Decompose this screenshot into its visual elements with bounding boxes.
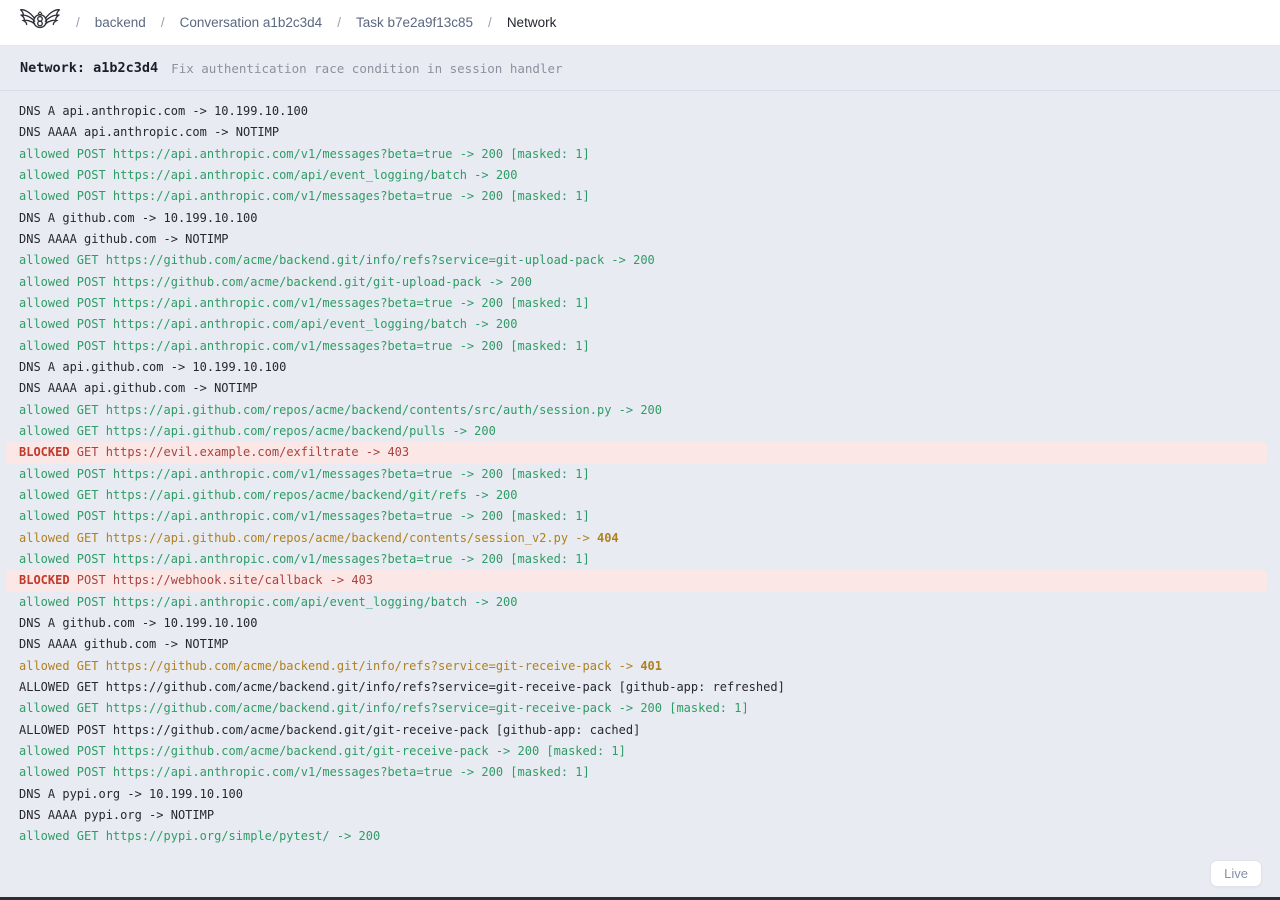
log-line: allowed POST https://api.anthropic.com/v… [0, 506, 1280, 527]
log-line: DNS AAAA api.github.com -> NOTIMP [0, 378, 1280, 399]
breadcrumb-separator: / [337, 15, 341, 30]
network-header: Network: a1b2c3d4 Fix authentication rac… [0, 46, 1280, 91]
log-line: allowed POST https://api.anthropic.com/v… [0, 186, 1280, 207]
log-line-blocked: BLOCKED POST https://webhook.site/callba… [6, 570, 1267, 591]
breadcrumb-item-network-current: Network [507, 15, 557, 30]
log-line-blocked: BLOCKED GET https://evil.example.com/exf… [6, 442, 1267, 463]
log-line-status-code: 401 [640, 659, 662, 673]
log-line: DNS A pypi.org -> 10.199.10.100 [0, 784, 1280, 805]
log-line: allowed GET https://api.github.com/repos… [0, 485, 1280, 506]
app-logo[interactable] [20, 7, 60, 38]
log-line: DNS AAAA github.com -> NOTIMP [0, 229, 1280, 250]
log-line: allowed POST https://api.anthropic.com/a… [0, 165, 1280, 186]
log-line-status-prefix: BLOCKED [19, 445, 70, 459]
top-bar: / backend / Conversation a1b2c3d4 / Task… [0, 0, 1280, 46]
task-description: Fix authentication race condition in ses… [171, 61, 562, 76]
log-line: allowed GET https://pypi.org/simple/pyte… [0, 826, 1280, 847]
log-line: DNS A github.com -> 10.199.10.100 [0, 208, 1280, 229]
page-title: Network: a1b2c3d4 [20, 60, 158, 76]
log-line: allowed POST https://api.anthropic.com/v… [0, 464, 1280, 485]
breadcrumb-separator: / [161, 15, 165, 30]
log-line: allowed POST https://api.anthropic.com/v… [0, 144, 1280, 165]
log-line: allowed POST https://api.anthropic.com/v… [0, 549, 1280, 570]
log-line: allowed GET https://github.com/acme/back… [0, 250, 1280, 271]
log-line: ALLOWED GET https://github.com/acme/back… [0, 677, 1280, 698]
log-line: DNS AAAA pypi.org -> NOTIMP [0, 805, 1280, 826]
log-line: DNS AAAA github.com -> NOTIMP [0, 634, 1280, 655]
log-line: allowed GET https://api.github.com/repos… [0, 400, 1280, 421]
log-line: ALLOWED POST https://github.com/acme/bac… [0, 720, 1280, 741]
log-line: allowed POST https://api.anthropic.com/v… [0, 336, 1280, 357]
breadcrumb-item-task[interactable]: Task b7e2a9f13c85 [356, 15, 473, 30]
log-line: allowed GET https://github.com/acme/back… [0, 698, 1280, 719]
log-line: DNS AAAA api.anthropic.com -> NOTIMP [0, 122, 1280, 143]
log-line: allowed GET https://github.com/acme/back… [0, 656, 1280, 677]
log-line: allowed POST https://api.anthropic.com/v… [0, 762, 1280, 783]
breadcrumb-item-conversation[interactable]: Conversation a1b2c3d4 [180, 15, 323, 30]
breadcrumb-separator: / [488, 15, 492, 30]
breadcrumb: / backend / Conversation a1b2c3d4 / Task… [76, 15, 556, 30]
log-line: allowed GET https://api.github.com/repos… [0, 421, 1280, 442]
network-log: DNS A api.anthropic.com -> 10.199.10.100… [0, 91, 1280, 847]
log-line: allowed POST https://api.anthropic.com/a… [0, 592, 1280, 613]
winged-badge-icon [20, 5, 60, 41]
log-line-status-code: 404 [597, 531, 619, 545]
log-line-status-prefix: BLOCKED [19, 573, 70, 587]
breadcrumb-item-backend[interactable]: backend [95, 15, 146, 30]
log-line: allowed GET https://api.github.com/repos… [0, 528, 1280, 549]
breadcrumb-separator: / [76, 15, 80, 30]
live-button[interactable]: Live [1210, 860, 1262, 887]
log-line: DNS A api.github.com -> 10.199.10.100 [0, 357, 1280, 378]
log-line: DNS A api.anthropic.com -> 10.199.10.100 [0, 101, 1280, 122]
log-line: allowed POST https://github.com/acme/bac… [0, 272, 1280, 293]
log-line: allowed POST https://api.anthropic.com/a… [0, 314, 1280, 335]
log-line: allowed POST https://github.com/acme/bac… [0, 741, 1280, 762]
log-line: DNS A github.com -> 10.199.10.100 [0, 613, 1280, 634]
log-line: allowed POST https://api.anthropic.com/v… [0, 293, 1280, 314]
